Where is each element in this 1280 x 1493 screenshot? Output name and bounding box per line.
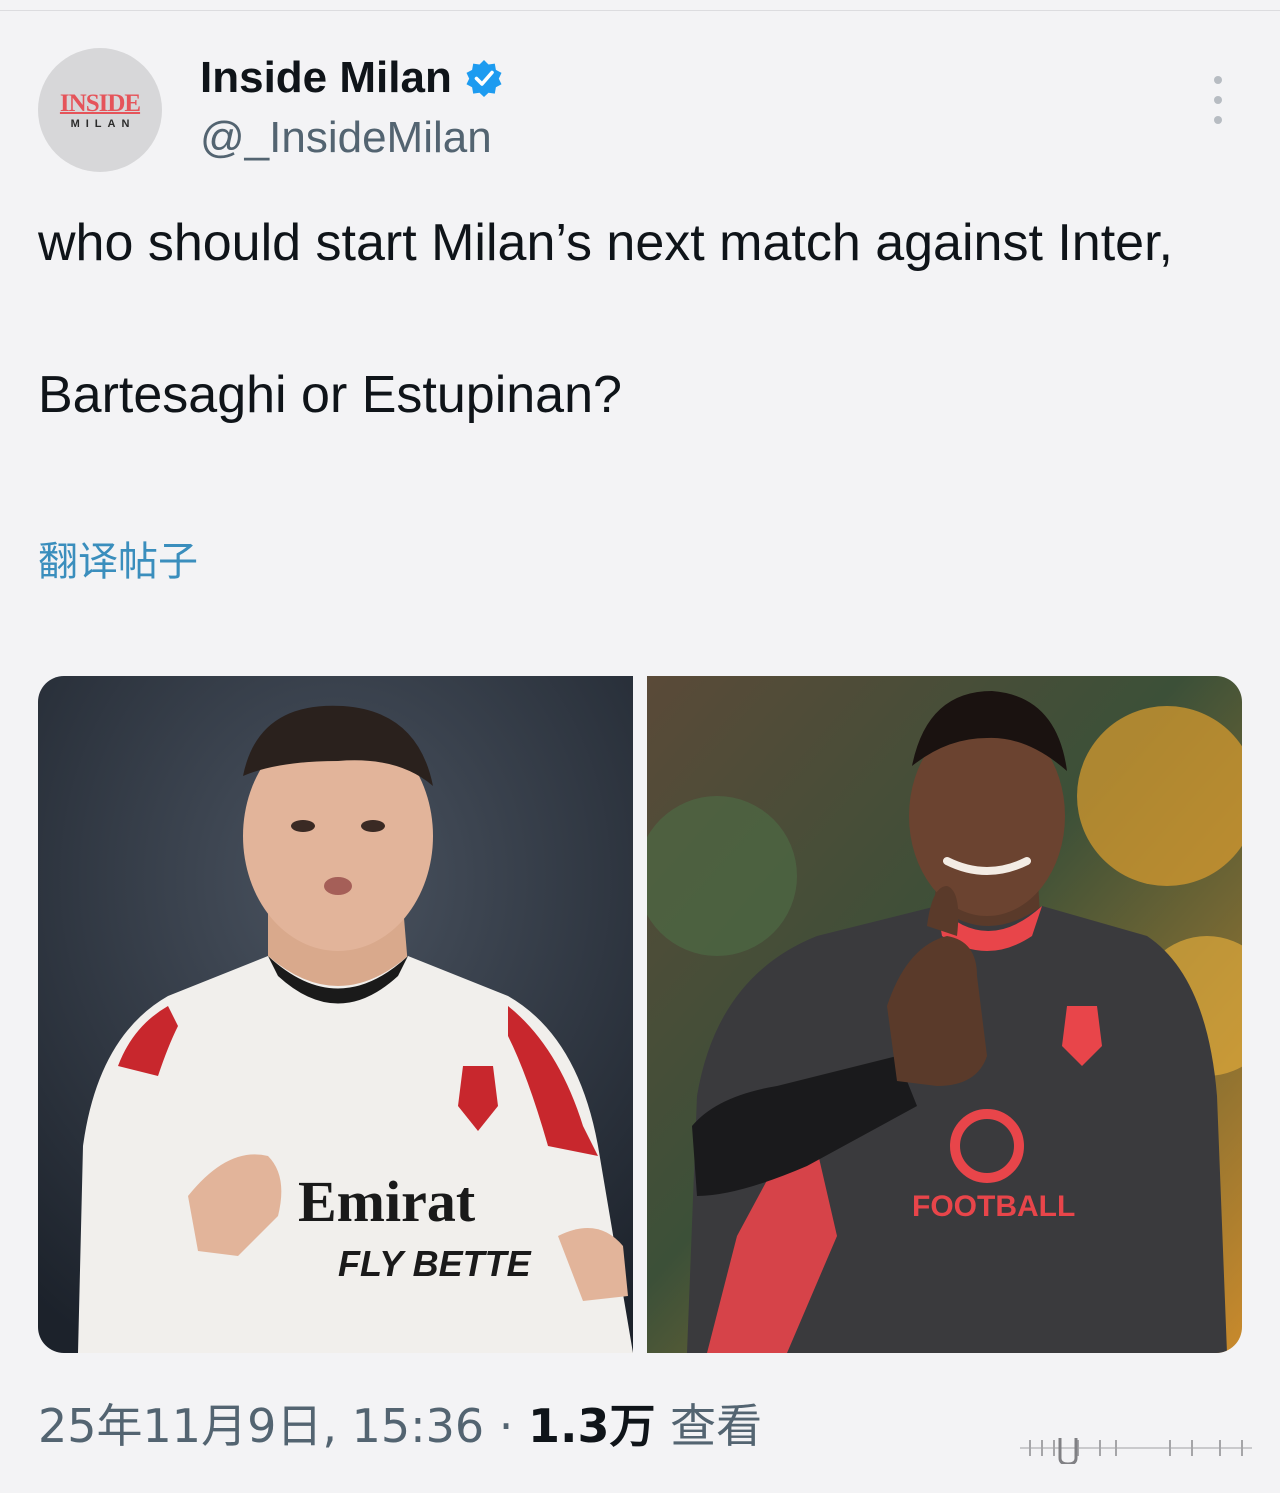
post-meta: 25年11月9日, 15:36 · 1.3万 查看 [38,1396,762,1456]
shirt-sponsor-text-2: FOOTBALL [912,1190,1075,1223]
author-display-name[interactable]: Inside Milan [200,52,452,104]
post-text-line-1: who should start Milan’s next match agai… [38,214,1173,272]
more-options-icon[interactable] [1200,76,1236,124]
post-text: who should start Milan’s next match agai… [38,205,1253,433]
avatar-logo-bottom: MILAN [70,117,136,130]
avatar[interactable]: INSIDE MILAN [38,48,162,172]
views-count: 1.3万 [528,1399,656,1453]
shirt-sponsor-text: Emirat [298,1169,476,1234]
verified-badge-icon [466,60,502,97]
translate-post-link[interactable]: 翻译帖子 [38,536,198,588]
media-photo-1[interactable]: Emirat FLY BETTE [38,676,633,1353]
photo-player-thumbs-up-icon: FOOTBALL [647,676,1242,1353]
post-text-line-2: Bartesaghi or Estupinan? [38,366,622,424]
photo-player-white-kit-icon: Emirat FLY BETTE [38,676,633,1353]
meta-separator: · [484,1399,529,1453]
post-timestamp[interactable]: 25年11月9日, 15:36 [38,1399,484,1453]
top-divider [0,10,1280,11]
watermark-icon [1020,1438,1252,1464]
media-photo-2[interactable]: FOOTBALL [647,676,1242,1353]
views-label: 查看 [655,1399,763,1453]
shirt-sponsor-subtext: FLY BETTE [338,1243,532,1284]
author-name-row: Inside Milan [200,52,504,104]
author-handle[interactable]: @_InsideMilan [200,112,492,164]
media-grid: Emirat FLY BETTE FOOTBALL [38,676,1242,1353]
avatar-logo-top: INSIDE [59,89,141,117]
